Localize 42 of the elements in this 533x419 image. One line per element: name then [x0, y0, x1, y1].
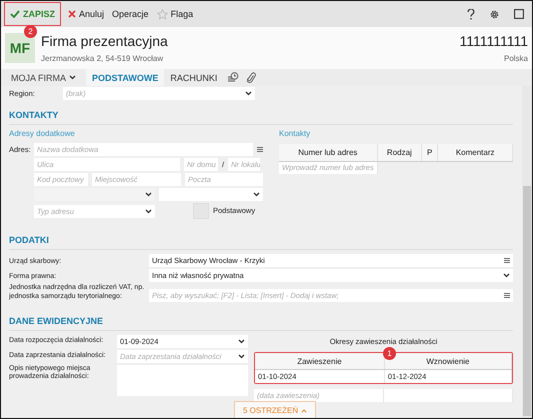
- chevron-down-icon: [245, 91, 252, 96]
- cancel-button[interactable]: Anuluj: [67, 7, 106, 21]
- chevron-up-icon: [301, 408, 308, 412]
- column-header: Rodzaj: [377, 144, 422, 161]
- column-header: Komentarz: [438, 144, 512, 161]
- section-heading: PODATKI: [9, 235, 513, 250]
- section-heading: KONTAKTY: [9, 110, 513, 125]
- chevron-down-icon: [503, 273, 510, 278]
- company-avatar: MF: [5, 33, 35, 63]
- section-heading: DANE EWIDENCYJNE: [9, 316, 513, 330]
- chevron-down-icon: [69, 75, 76, 80]
- country: Polska: [502, 54, 528, 63]
- chevron-down-icon: [145, 192, 152, 197]
- column-header: Zawieszenie: [255, 352, 384, 370]
- star-icon: [156, 8, 168, 20]
- flag-button[interactable]: Flaga: [156, 6, 194, 22]
- chevron-down-icon: [145, 208, 152, 214]
- operations-button[interactable]: Operacje: [111, 7, 150, 21]
- check-icon: [10, 10, 20, 18]
- save-button[interactable]: ZAPISZ: [4, 2, 62, 26]
- column-header: Numer lub adres: [279, 144, 378, 161]
- company-address: Jerzmanowska 2, 54-519 Wrocław: [41, 54, 164, 63]
- subsection-heading: Kontakty: [279, 129, 312, 138]
- company-name: Firma prezentacyjna: [41, 33, 169, 49]
- subsection-heading: Adresy dodatkowe: [9, 129, 76, 138]
- company-menu[interactable]: MOJA FIRMA: [5, 69, 82, 86]
- list-icon: [504, 258, 510, 263]
- list-icon: [257, 147, 263, 152]
- warnings-button[interactable]: 5 OSTRZEŻEŃ: [234, 401, 316, 418]
- chevron-down-icon: [238, 354, 245, 358]
- close-icon: [68, 10, 76, 18]
- notification-badge: 1: [383, 346, 396, 360]
- tab[interactable]: PODSTAWOWE: [86, 69, 164, 86]
- tab[interactable]: RACHUNKI: [164, 69, 224, 86]
- select-field[interactable]: [34, 188, 155, 201]
- scrollbar-thumb[interactable]: [523, 186, 531, 416]
- chevron-down-icon: [253, 192, 260, 197]
- tax-number: 1111111111: [459, 33, 528, 49]
- select-field[interactable]: [159, 188, 263, 201]
- chevron-down-icon: [238, 338, 245, 344]
- column-header: P: [422, 144, 438, 161]
- list-icon: [504, 292, 510, 298]
